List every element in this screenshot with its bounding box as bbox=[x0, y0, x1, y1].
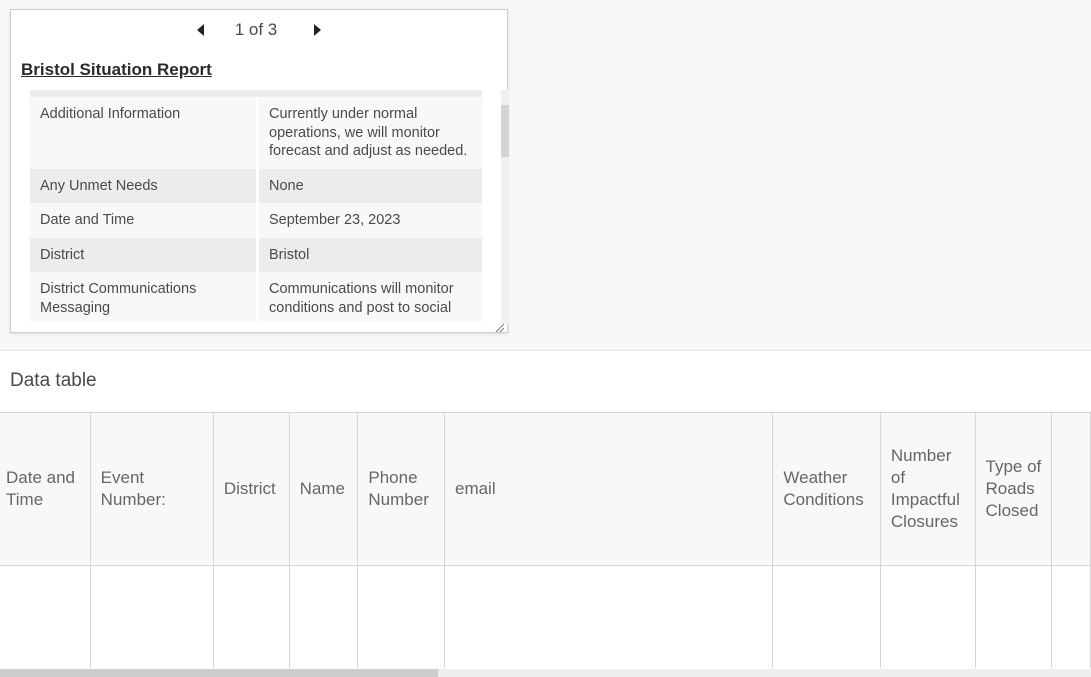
resize-grip-icon[interactable] bbox=[495, 320, 505, 333]
attribute-key: Additional Information bbox=[30, 97, 259, 169]
attribute-key: Date and Time bbox=[30, 203, 259, 238]
attribute-scroll-area[interactable]: Additional Information Currently under n… bbox=[30, 90, 482, 322]
caret-right-icon bbox=[314, 24, 322, 36]
column-header[interactable]: Date and Time bbox=[0, 413, 91, 566]
attribute-row: Date and Time September 23, 2023 bbox=[30, 203, 482, 238]
popup-scrollbar-thumb[interactable] bbox=[501, 105, 509, 157]
table-row[interactable] bbox=[0, 565, 1091, 668]
column-header[interactable]: Name bbox=[289, 413, 359, 566]
table-cell[interactable] bbox=[213, 565, 290, 668]
table-cell[interactable] bbox=[1051, 565, 1091, 668]
attribute-row: District Communications Messaging Commun… bbox=[30, 272, 482, 322]
attribute-row: District Bristol bbox=[30, 237, 482, 272]
data-table-title: Data table bbox=[10, 370, 97, 391]
popup-panel: 1 of 3 Bristol Situation Report Addition… bbox=[10, 9, 509, 333]
data-table-grid[interactable]: Date and Time Event Number: District Nam… bbox=[0, 412, 1091, 668]
attribute-key: District bbox=[30, 237, 259, 272]
column-header[interactable]: email bbox=[444, 413, 774, 566]
pager: 1 of 3 bbox=[11, 18, 507, 42]
column-header-partial[interactable] bbox=[1051, 413, 1091, 566]
attribute-key: District Communications Messaging bbox=[30, 272, 259, 322]
column-header[interactable]: Phone Number bbox=[357, 413, 445, 566]
attribute-value: None bbox=[257, 168, 482, 203]
attribute-table: Additional Information Currently under n… bbox=[30, 90, 482, 322]
table-cell[interactable] bbox=[0, 565, 91, 668]
attribute-value: September 23, 2023 bbox=[257, 203, 482, 238]
table-cell[interactable] bbox=[357, 565, 445, 668]
table-cell[interactable] bbox=[444, 565, 774, 668]
caret-left-icon bbox=[196, 24, 204, 36]
table-cell[interactable] bbox=[289, 565, 359, 668]
attribute-value: Communications will monitor conditions a… bbox=[257, 272, 482, 322]
attribute-grid: Date and Time Event Number: District Nam… bbox=[0, 413, 1091, 668]
data-table-panel: Data table Date and Time Event Number: D… bbox=[0, 350, 1091, 677]
column-header[interactable]: District bbox=[213, 413, 290, 566]
header-row: Date and Time Event Number: District Nam… bbox=[0, 413, 1091, 566]
table-cell[interactable] bbox=[90, 565, 214, 668]
popup-title[interactable]: Bristol Situation Report bbox=[21, 60, 212, 80]
next-feature-button[interactable] bbox=[305, 18, 329, 42]
attribute-key: Any Unmet Needs bbox=[30, 168, 259, 203]
column-header[interactable]: Weather Conditions bbox=[772, 413, 881, 566]
column-header[interactable]: Number of Impactful Closures bbox=[880, 413, 976, 566]
column-header[interactable]: Event Number: bbox=[90, 413, 214, 566]
previous-feature-button[interactable] bbox=[189, 18, 213, 42]
attribute-value: Currently under normal operations, we wi… bbox=[257, 97, 482, 169]
table-cell[interactable] bbox=[772, 565, 881, 668]
table-cell[interactable] bbox=[880, 565, 976, 668]
attribute-value: Bristol bbox=[257, 237, 482, 272]
table-cell[interactable] bbox=[975, 565, 1053, 668]
attribute-row: Any Unmet Needs None bbox=[30, 168, 482, 203]
popup-vertical-scrollbar[interactable] bbox=[501, 90, 509, 324]
pager-count: 1 of 3 bbox=[234, 20, 278, 39]
attribute-row: Additional Information Currently under n… bbox=[30, 97, 482, 169]
column-header[interactable]: Type of Roads Closed bbox=[975, 413, 1053, 566]
